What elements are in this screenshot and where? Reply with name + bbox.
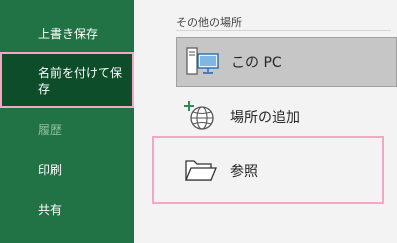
nav-item-label: 上書き保存 xyxy=(38,27,99,41)
pc-icon xyxy=(186,47,219,75)
nav-item-save[interactable]: 上書き保存 xyxy=(0,26,134,42)
backstage-view: 上書き保存 名前を付けて保存 履歴 印刷 共有 その他の場所 この PC 場所の… xyxy=(0,0,397,243)
location-label: 場所の追加 xyxy=(230,110,300,126)
section-title: その他の場所 xyxy=(176,16,242,29)
section-divider xyxy=(176,30,391,31)
location-browse[interactable]: 参照 xyxy=(176,146,397,196)
nav-item-print[interactable]: 印刷 xyxy=(0,162,134,178)
backstage-nav: 上書き保存 名前を付けて保存 履歴 印刷 共有 xyxy=(0,0,134,243)
location-label: 参照 xyxy=(230,164,258,180)
location-label: この PC xyxy=(231,55,282,71)
nav-item-history: 履歴 xyxy=(0,122,134,138)
add-place-globe-icon xyxy=(184,101,214,130)
location-add-place[interactable]: 場所の追加 xyxy=(176,92,397,142)
location-this-pc[interactable]: この PC xyxy=(176,37,397,87)
nav-item-label: 名前を付けて保存 xyxy=(38,66,123,96)
nav-item-label: 共有 xyxy=(38,203,63,217)
nav-item-share[interactable]: 共有 xyxy=(0,202,134,218)
folder-icon xyxy=(185,160,217,181)
nav-item-label: 履歴 xyxy=(38,123,63,137)
nav-item-save-as[interactable]: 名前を付けて保存 xyxy=(0,52,134,108)
nav-item-label: 印刷 xyxy=(38,163,63,177)
